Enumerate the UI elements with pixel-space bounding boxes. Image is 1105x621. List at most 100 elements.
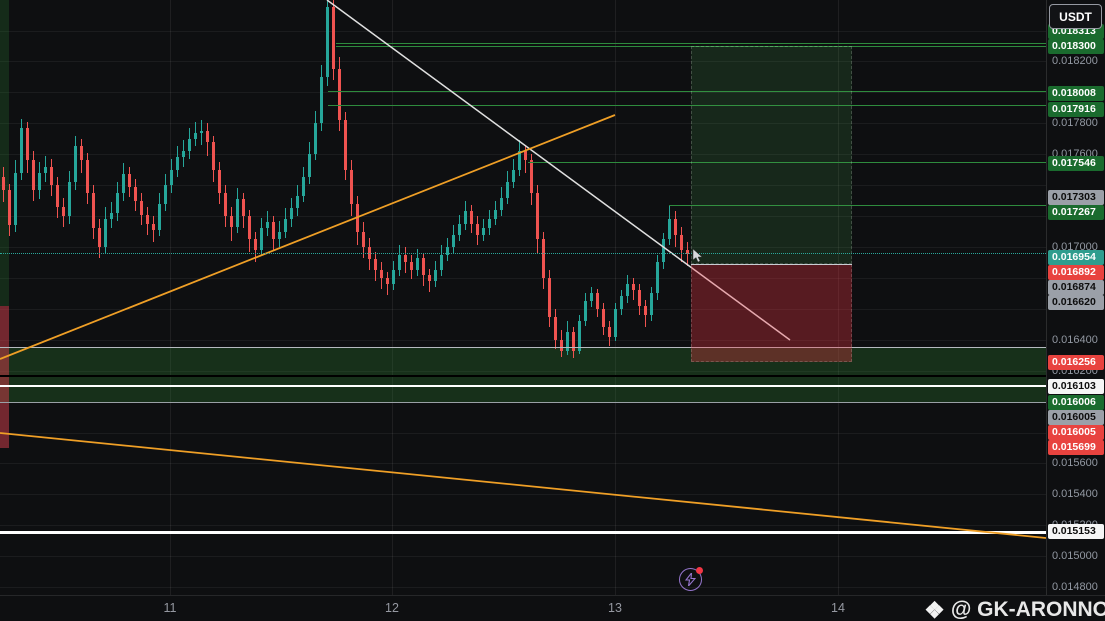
candle	[506, 182, 509, 198]
candle	[242, 199, 245, 217]
candle	[32, 160, 35, 190]
candle	[656, 262, 659, 294]
candle	[572, 332, 575, 351]
candle	[680, 234, 683, 251]
position-profit-zone[interactable]	[691, 46, 852, 264]
price-level-line[interactable]	[328, 104, 1046, 106]
candle	[206, 131, 209, 142]
h-gridline	[0, 61, 1046, 63]
candle	[176, 157, 179, 170]
price-label-green: 0.018300	[1048, 38, 1104, 54]
candle	[140, 200, 143, 215]
candle	[56, 185, 59, 207]
candle	[440, 254, 443, 271]
current-price-line	[0, 253, 1046, 255]
descending-trendline-orange[interactable]	[0, 432, 1046, 539]
candle	[284, 219, 287, 232]
candle	[500, 197, 503, 210]
candle	[164, 185, 167, 204]
candle	[548, 277, 551, 317]
candle	[452, 234, 455, 247]
candle	[182, 151, 185, 158]
candle	[530, 160, 533, 193]
price-tick: 0.015000	[1052, 550, 1098, 563]
binance-diamond-logo-icon: ❖	[924, 596, 945, 621]
candle	[104, 219, 107, 247]
candle	[518, 151, 521, 170]
candle	[260, 228, 263, 251]
candle	[230, 216, 233, 227]
price-level-line[interactable]	[0, 384, 1046, 387]
candle	[674, 219, 677, 235]
price-range-green[interactable]	[0, 0, 9, 306]
candle	[344, 120, 347, 170]
price-tick: 0.018200	[1052, 55, 1098, 68]
price-label-gray: 0.016005	[1048, 409, 1104, 425]
price-level-line[interactable]	[0, 346, 1046, 348]
candle	[554, 316, 557, 340]
h-gridline	[0, 154, 1046, 156]
position-entry-line[interactable]	[691, 263, 852, 265]
candle	[524, 151, 527, 161]
h-gridline	[0, 308, 1046, 310]
candle	[464, 211, 467, 224]
alert-dot	[696, 567, 703, 574]
currency-button[interactable]: USDT	[1049, 4, 1102, 29]
price-level-line[interactable]	[0, 401, 1046, 403]
candle	[560, 339, 563, 351]
candle	[68, 182, 71, 217]
price-level-line[interactable]	[328, 90, 1046, 92]
candle	[38, 172, 41, 190]
candle	[296, 195, 299, 209]
candle	[134, 186, 137, 201]
candle	[62, 206, 65, 217]
candle	[128, 174, 131, 187]
candle	[26, 127, 29, 161]
v-gridline	[392, 0, 393, 595]
price-level-line[interactable]	[0, 375, 1046, 378]
candle	[80, 146, 83, 161]
candle	[8, 189, 11, 226]
candle	[308, 154, 311, 178]
chart-plot-area[interactable]	[0, 0, 1046, 595]
price-axis[interactable]: 0.0182000.0178000.0176000.0172000.017000…	[1046, 0, 1105, 595]
candle	[338, 69, 341, 121]
price-label-green: 0.016006	[1048, 394, 1104, 410]
candle	[488, 219, 491, 229]
price-level-line[interactable]	[336, 43, 1046, 45]
candle	[620, 296, 623, 309]
candle	[416, 257, 419, 271]
candle	[200, 131, 203, 133]
h-gridline	[0, 123, 1046, 125]
watermark-text: @ GK-ARONNO	[950, 598, 1105, 621]
candle	[476, 223, 479, 235]
candle	[566, 332, 569, 351]
price-label-gray: 0.016620	[1048, 294, 1104, 310]
h-gridline	[0, 185, 1046, 187]
candle	[2, 177, 5, 190]
price-level-line[interactable]	[0, 531, 1046, 534]
candle	[20, 127, 23, 173]
candle	[290, 208, 293, 220]
h-gridline	[0, 556, 1046, 558]
indicator-alert-badge[interactable]	[679, 567, 703, 592]
candle	[494, 209, 497, 220]
candle	[404, 254, 407, 263]
position-loss-zone[interactable]	[691, 263, 852, 362]
h-gridline	[0, 277, 1046, 279]
price-tick: 0.014800	[1052, 581, 1098, 594]
time-label: 13	[608, 601, 622, 615]
candle	[602, 308, 605, 328]
candle	[170, 169, 173, 186]
candle	[482, 228, 485, 235]
h-gridline	[0, 463, 1046, 465]
candle	[302, 177, 305, 196]
candle	[314, 123, 317, 155]
h-gridline	[0, 246, 1046, 248]
price-label-red: 0.015699	[1048, 439, 1104, 455]
candle	[146, 214, 149, 224]
price-label-white: 0.016103	[1048, 378, 1104, 394]
price-label-red: 0.016256	[1048, 354, 1104, 370]
candle	[380, 270, 383, 278]
candle	[350, 169, 353, 204]
